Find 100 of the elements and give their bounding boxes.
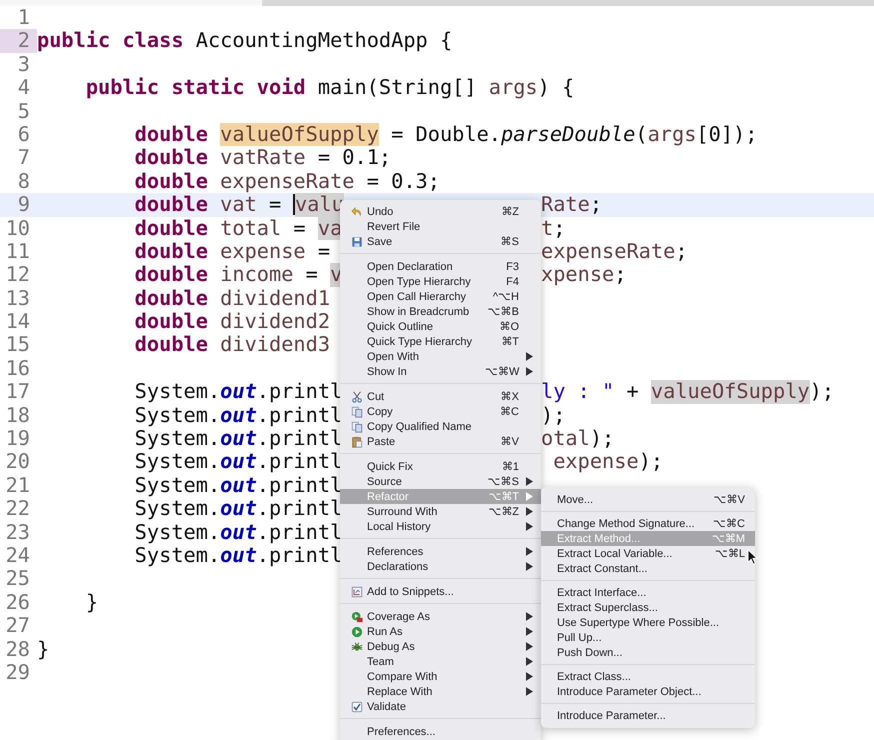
- code-token: out: [220, 497, 257, 521]
- code-token: double: [134, 146, 209, 170]
- menu-item[interactable]: Save ⌘S: [340, 234, 541, 249]
- menu-item[interactable]: Open Call Hierarchy ^⌥H: [340, 289, 541, 304]
- code-token: +: [625, 380, 640, 404]
- code-token: System.: [134, 404, 220, 428]
- code-token: );: [541, 404, 566, 428]
- mouse-pointer-icon: [747, 549, 758, 565]
- line-number: 12: [4, 263, 31, 287]
- menu-item[interactable]: Introduce Parameter Object...: [541, 684, 755, 699]
- menu-item[interactable]: Pull Up...: [541, 630, 755, 645]
- menu-item[interactable]: Quick Type Hierarchy ⌘T: [340, 334, 541, 349]
- line-number: 13: [4, 286, 31, 310]
- menu-item[interactable]: Revert File: [340, 219, 541, 234]
- code-token: );: [810, 380, 834, 404]
- editor-tab[interactable]: [0, 0, 262, 6]
- menu-item[interactable]: Extract Constant...: [541, 561, 755, 576]
- code-token: .printl: [256, 520, 342, 544]
- run-icon: [351, 626, 363, 638]
- code-token: (: [635, 122, 648, 146]
- code-token: out: [220, 404, 257, 428]
- menu-item[interactable]: Open Declaration F3: [340, 259, 541, 274]
- menu-item[interactable]: Surround With ⌥⌘Z: [340, 504, 541, 519]
- code-token: System.: [134, 380, 220, 404]
- code-token: =: [292, 216, 307, 240]
- menu-item[interactable]: Debug As: [340, 639, 541, 654]
- menu-item[interactable]: Push Down...: [541, 645, 755, 660]
- line-number: 26: [4, 590, 31, 614]
- menu-item[interactable]: Compare With: [340, 669, 541, 684]
- menu-item[interactable]: Paste ⌘V: [340, 434, 541, 449]
- menu-item[interactable]: Local History: [340, 519, 541, 534]
- code-token: .printl: [256, 544, 342, 568]
- line-number: 25: [4, 567, 31, 591]
- menu-item[interactable]: Show in Breadcrumb ⌥⌘B: [340, 304, 541, 319]
- code-token: =: [269, 193, 282, 217]
- code-token: out: [220, 450, 257, 474]
- code-token: System.: [134, 520, 220, 544]
- code-token: ;: [614, 263, 626, 287]
- line-number: 16: [4, 356, 31, 380]
- occurrence-highlight: valueOfSupply: [650, 380, 810, 404]
- code-token: =: [304, 263, 319, 287]
- line-number: 11: [4, 240, 31, 264]
- menu-item[interactable]: Extract Interface...: [541, 585, 755, 600]
- menu-item[interactable]: Add to Snippets...: [340, 584, 541, 599]
- menu-item[interactable]: Show In ⌥⌘W: [340, 364, 541, 379]
- menu-item[interactable]: Change Method Signature... ⌥⌘C: [541, 516, 755, 531]
- menu-item[interactable]: Source ⌥⌘S: [340, 474, 541, 489]
- code-token: .printl: [256, 450, 342, 474]
- line-number: 9: [16, 193, 31, 217]
- snippet-icon: [351, 586, 363, 598]
- code-token: .printl: [256, 404, 342, 428]
- code-token: .printl: [256, 380, 342, 404]
- code-token: .printl: [256, 474, 342, 498]
- code-token: out: [220, 544, 257, 568]
- code-token: double: [134, 263, 209, 287]
- menu-item[interactable]: Use Supertype Where Possible...: [541, 615, 755, 630]
- menu-item[interactable]: Cut ⌘X: [340, 389, 541, 404]
- code-token: .printl: [256, 497, 342, 521]
- code-token: public static void: [84, 76, 307, 100]
- menu-item[interactable]: Move... ⌥⌘V: [541, 492, 755, 507]
- code-token: out: [220, 427, 257, 450]
- menu-item[interactable]: Preferences...: [340, 724, 541, 739]
- line-number: 7: [16, 146, 31, 170]
- menu-item[interactable]: Quick Fix ⌘1: [340, 459, 541, 474]
- menu-item[interactable]: Team: [340, 654, 541, 669]
- line-number: 27: [4, 614, 31, 638]
- menu-item[interactable]: References: [340, 544, 541, 559]
- code-token: ;: [553, 216, 566, 240]
- code-token: System.: [134, 427, 220, 450]
- code-token: ;: [590, 193, 602, 217]
- menu-item[interactable]: Open Type Hierarchy F4: [340, 274, 541, 289]
- line-number: 2: [0, 29, 37, 53]
- line-number: 19: [4, 427, 31, 450]
- menu-item[interactable]: Copy Qualified Name: [340, 419, 541, 434]
- menu-item[interactable]: Copy ⌘C: [340, 404, 541, 419]
- menu-item[interactable]: Coverage As: [340, 609, 541, 624]
- code-token: main(String[]: [318, 76, 478, 100]
- save-icon: [351, 236, 363, 248]
- menu-item[interactable]: Validate: [340, 699, 541, 714]
- menu-item[interactable]: Extract Superclass...: [541, 600, 755, 615]
- code-token: = 0.1;: [318, 146, 392, 170]
- line-number: 1: [16, 6, 31, 30]
- menu-item[interactable]: Open With: [340, 349, 541, 364]
- line-number: 22: [4, 497, 31, 521]
- menu-item[interactable]: Run As: [340, 624, 541, 639]
- code-token: dividend3: [220, 333, 330, 357]
- code-token: System.: [134, 450, 220, 474]
- line-number: 14: [4, 310, 31, 334]
- line-number: 8: [16, 170, 31, 194]
- menu-item[interactable]: Replace With: [340, 684, 541, 699]
- copy-icon: [351, 420, 363, 432]
- code-token: vat: [220, 193, 257, 217]
- code-token: double: [134, 240, 209, 264]
- menu-item[interactable]: Quick Outline ⌘O: [340, 319, 541, 334]
- code-token: public class: [37, 29, 185, 53]
- line-number: 3: [16, 52, 31, 76]
- menu-item[interactable]: Extract Class...: [541, 669, 755, 684]
- menu-item[interactable]: Introduce Parameter...: [541, 708, 755, 723]
- line-number: 24: [4, 544, 31, 568]
- menu-item[interactable]: Declarations: [340, 559, 541, 574]
